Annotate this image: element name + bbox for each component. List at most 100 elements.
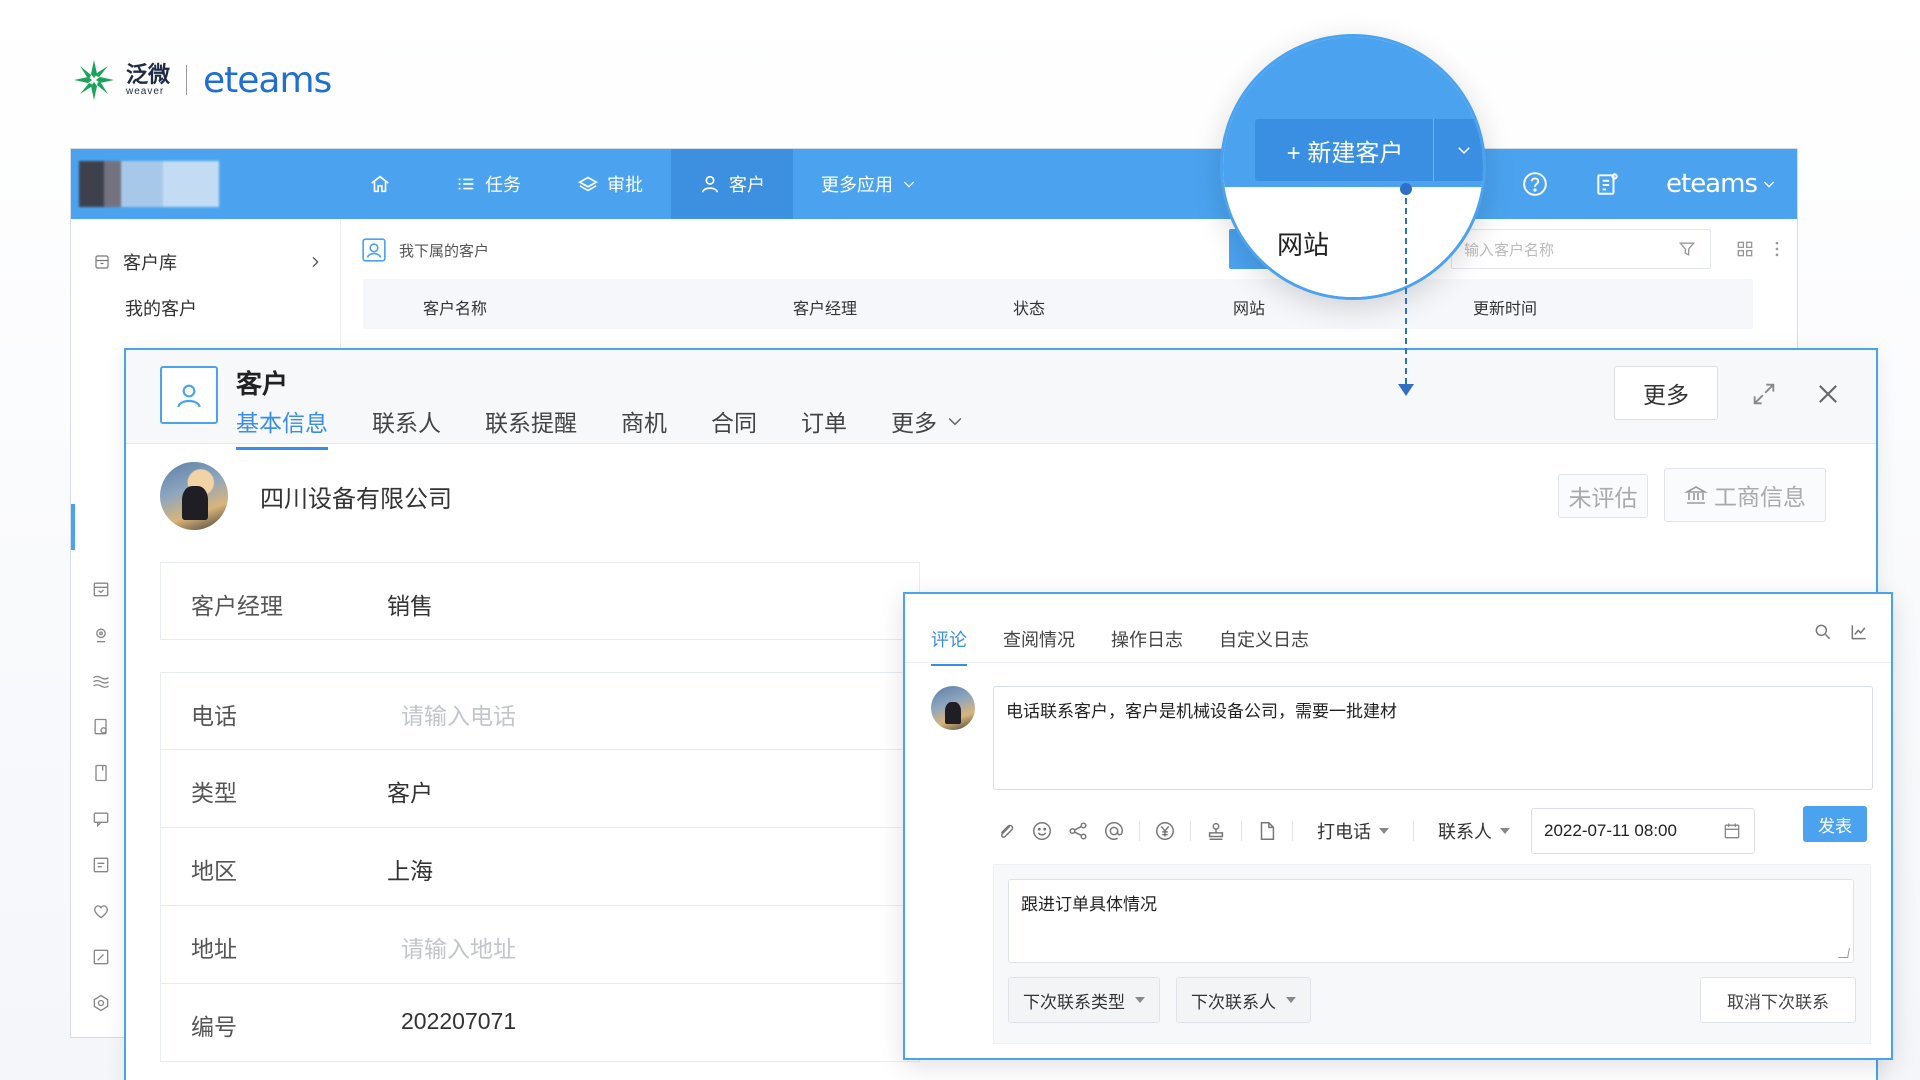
col-status[interactable]: 状态 bbox=[1013, 295, 1045, 319]
layers-icon bbox=[578, 176, 598, 192]
nav-more-apps[interactable]: 更多应用 bbox=[793, 149, 945, 219]
attachment-icon[interactable] bbox=[995, 820, 1017, 842]
tab-reminders[interactable]: 联系提醒 bbox=[485, 404, 577, 444]
list-icon bbox=[458, 178, 474, 190]
post-button[interactable]: 发表 bbox=[1803, 806, 1867, 842]
close-icon[interactable] bbox=[1814, 380, 1842, 408]
tab-contracts[interactable]: 合同 bbox=[711, 404, 757, 444]
field-value[interactable]: 销售 bbox=[387, 587, 433, 621]
tab-contacts[interactable]: 联系人 bbox=[372, 404, 441, 444]
col-manager[interactable]: 客户经理 bbox=[793, 295, 857, 319]
user-avatar-blurred[interactable] bbox=[79, 161, 219, 207]
nav-tasks[interactable]: 任务 bbox=[427, 149, 549, 219]
waves-icon[interactable] bbox=[91, 671, 111, 693]
col-website[interactable]: 网站 bbox=[1233, 295, 1265, 319]
call-type-select[interactable]: 打电话 bbox=[1307, 818, 1399, 844]
magnifier-callout: + 新建客户 网站 bbox=[1220, 34, 1486, 300]
field-label: 地址 bbox=[191, 936, 237, 962]
tab-opportunities[interactable]: 商机 bbox=[621, 404, 667, 444]
nav-approval[interactable]: 审批 bbox=[549, 149, 671, 219]
filter-icon[interactable] bbox=[1677, 239, 1697, 259]
field-value[interactable]: 客户 bbox=[387, 774, 433, 808]
col-name[interactable]: 客户名称 bbox=[423, 295, 487, 319]
grid-icon[interactable] bbox=[1735, 239, 1755, 259]
calendar-icon[interactable] bbox=[91, 579, 111, 601]
sidebar-item-library[interactable]: 客户库 bbox=[93, 249, 323, 275]
file-icon[interactable] bbox=[1256, 820, 1278, 842]
tab-operation-log[interactable]: 操作日志 bbox=[1111, 626, 1183, 652]
toolbar-separator bbox=[1241, 821, 1242, 841]
logo-cn: 泛微 bbox=[126, 61, 171, 87]
edit-box-icon[interactable] bbox=[91, 947, 111, 969]
tab-views[interactable]: 查阅情况 bbox=[1003, 626, 1075, 652]
new-customer-dropdown[interactable] bbox=[1433, 119, 1483, 181]
next-contact-label: 下次联系人 bbox=[1191, 992, 1276, 1012]
address-input[interactable]: 请输入地址 bbox=[401, 930, 516, 964]
nav-customers[interactable]: 客户 bbox=[671, 149, 793, 219]
more-vertical-icon[interactable] bbox=[1767, 239, 1787, 259]
logo-cn-block: 泛微 weaver bbox=[126, 61, 171, 97]
field-value[interactable]: 202207071 bbox=[401, 1008, 516, 1035]
nav-home[interactable] bbox=[341, 149, 427, 219]
field-label: 地区 bbox=[191, 858, 237, 884]
toolbar-separator bbox=[1413, 821, 1414, 841]
emoji-icon[interactable] bbox=[1031, 820, 1053, 842]
book-icon[interactable] bbox=[91, 763, 111, 785]
business-info-button[interactable]: 工商信息 bbox=[1664, 468, 1826, 522]
settings-icon[interactable] bbox=[91, 993, 111, 1015]
tab-more-label: 更多 bbox=[891, 410, 937, 436]
unrated-badge[interactable]: 未评估 bbox=[1558, 474, 1648, 518]
callout-dot bbox=[1400, 183, 1412, 195]
contact-select[interactable]: 联系人 bbox=[1428, 818, 1520, 844]
contact-datetime-input[interactable]: 2022-07-11 08:00 bbox=[1531, 808, 1755, 854]
brand-switch[interactable]: eteams bbox=[1666, 169, 1777, 199]
field-value[interactable]: 上海 bbox=[387, 852, 433, 886]
tab-more[interactable]: 更多 bbox=[891, 404, 965, 444]
location-icon[interactable] bbox=[91, 625, 111, 647]
chat-icon[interactable] bbox=[91, 809, 111, 831]
notes-icon[interactable] bbox=[1594, 171, 1620, 197]
comment-input[interactable]: 电话联系客户，客户是机械设备公司，需要一批建材 bbox=[993, 686, 1873, 790]
tab-custom-log[interactable]: 自定义日志 bbox=[1219, 626, 1309, 652]
cancel-next-contact-button[interactable]: 取消下次联系 bbox=[1700, 977, 1856, 1023]
currency-icon[interactable] bbox=[1154, 820, 1176, 842]
sidebar-item-my-customers[interactable]: 我的客户 bbox=[125, 295, 197, 321]
panel-tabs: 评论 查阅情况 操作日志 自定义日志 bbox=[931, 626, 1309, 666]
stamp-icon[interactable] bbox=[1205, 820, 1227, 842]
top-bar: 任务 审批 客户 更多应用 eteams bbox=[71, 149, 1797, 219]
chart-line-icon[interactable] bbox=[1849, 622, 1869, 642]
tab-basic-info[interactable]: 基本信息 bbox=[236, 404, 328, 450]
menu-item-website[interactable]: 网站 bbox=[1277, 225, 1329, 262]
share-icon[interactable] bbox=[1067, 820, 1089, 842]
next-contact-person-select[interactable]: 下次联系人 bbox=[1176, 977, 1311, 1023]
help-icon[interactable] bbox=[1522, 171, 1548, 197]
call-type-label: 打电话 bbox=[1317, 822, 1371, 842]
user-icon bbox=[701, 175, 719, 193]
chevron-down-icon bbox=[1763, 181, 1775, 188]
field-row-manager: 客户经理 销售 bbox=[160, 562, 920, 640]
company-avatar[interactable] bbox=[160, 462, 228, 530]
expand-icon[interactable] bbox=[1750, 380, 1778, 408]
chevron-down-icon bbox=[903, 181, 915, 188]
callout-dashed-line bbox=[1405, 188, 1407, 384]
sidebar-active-indicator bbox=[71, 504, 75, 550]
customer-table-header: 客户名称 客户经理 状态 网站 更新时间 bbox=[363, 279, 1753, 329]
phone-input[interactable]: 请输入电话 bbox=[401, 697, 516, 731]
customer-search-input[interactable]: 输入客户名称 bbox=[1451, 229, 1711, 269]
report-icon[interactable] bbox=[91, 855, 111, 877]
col-updated[interactable]: 更新时间 bbox=[1473, 295, 1537, 319]
mention-icon[interactable] bbox=[1103, 820, 1125, 842]
heart-icon[interactable] bbox=[91, 901, 111, 923]
caret-down-icon bbox=[1286, 997, 1296, 1003]
more-button[interactable]: 更多 bbox=[1614, 366, 1718, 420]
tab-orders[interactable]: 订单 bbox=[801, 404, 847, 444]
tab-comments[interactable]: 评论 bbox=[931, 626, 967, 666]
next-contact-note-input[interactable]: 跟进订单具体情况 bbox=[1008, 879, 1854, 963]
magnifier-topbar bbox=[1223, 37, 1483, 103]
resize-handle-icon[interactable] bbox=[1838, 948, 1850, 958]
next-contact-type-select[interactable]: 下次联系类型 bbox=[1008, 977, 1160, 1023]
doc-search-icon[interactable] bbox=[91, 717, 111, 739]
sidebar-library-label: 客户库 bbox=[123, 253, 177, 273]
new-customer-button[interactable]: + 新建客户 bbox=[1255, 119, 1435, 181]
search-icon[interactable] bbox=[1813, 622, 1833, 642]
